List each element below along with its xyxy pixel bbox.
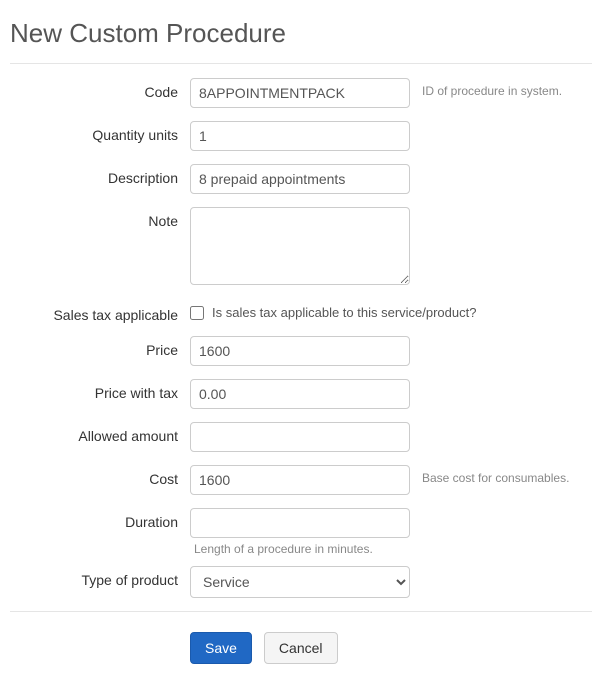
sales-tax-checkbox-label: Is sales tax applicable to this service/… <box>212 305 476 320</box>
cost-input[interactable] <box>190 465 410 495</box>
help-duration: Length of a procedure in minutes. <box>190 538 410 556</box>
divider-bottom <box>10 611 592 612</box>
row-code: Code ID of procedure in system. <box>10 78 592 108</box>
label-code: Code <box>10 78 190 100</box>
row-note: Note <box>10 207 592 288</box>
cancel-button[interactable]: Cancel <box>264 632 338 664</box>
row-description: Description <box>10 164 592 194</box>
row-type-of-product: Type of product Service <box>10 566 592 598</box>
label-allowed-amount: Allowed amount <box>10 422 190 444</box>
code-input[interactable] <box>190 78 410 108</box>
row-price-with-tax: Price with tax <box>10 379 592 409</box>
note-textarea[interactable] <box>190 207 410 285</box>
row-allowed-amount: Allowed amount <box>10 422 592 452</box>
row-sales-tax: Sales tax applicable Is sales tax applic… <box>10 301 592 323</box>
label-duration: Duration <box>10 508 190 530</box>
row-duration: Duration Length of a procedure in minute… <box>10 508 592 556</box>
allowed-amount-input[interactable] <box>190 422 410 452</box>
label-quantity-units: Quantity units <box>10 121 190 143</box>
label-type-of-product: Type of product <box>10 566 190 588</box>
row-quantity-units: Quantity units <box>10 121 592 151</box>
label-price-with-tax: Price with tax <box>10 379 190 401</box>
page-title: New Custom Procedure <box>10 10 592 63</box>
duration-input[interactable] <box>190 508 410 538</box>
row-price: Price <box>10 336 592 366</box>
label-description: Description <box>10 164 190 186</box>
actions: Save Cancel <box>10 618 592 664</box>
price-with-tax-input[interactable] <box>190 379 410 409</box>
description-input[interactable] <box>190 164 410 194</box>
save-button[interactable]: Save <box>190 632 252 664</box>
row-cost: Cost Base cost for consumables. <box>10 465 592 495</box>
type-of-product-select[interactable]: Service <box>190 566 410 598</box>
label-note: Note <box>10 207 190 229</box>
label-cost: Cost <box>10 465 190 487</box>
sales-tax-checkbox[interactable] <box>190 306 204 320</box>
help-cost: Base cost for consumables. <box>410 465 592 485</box>
help-code: ID of procedure in system. <box>410 78 592 98</box>
quantity-units-input[interactable] <box>190 121 410 151</box>
price-input[interactable] <box>190 336 410 366</box>
label-price: Price <box>10 336 190 358</box>
procedure-form: Code ID of procedure in system. Quantity… <box>10 64 592 598</box>
label-sales-tax: Sales tax applicable <box>10 301 190 323</box>
